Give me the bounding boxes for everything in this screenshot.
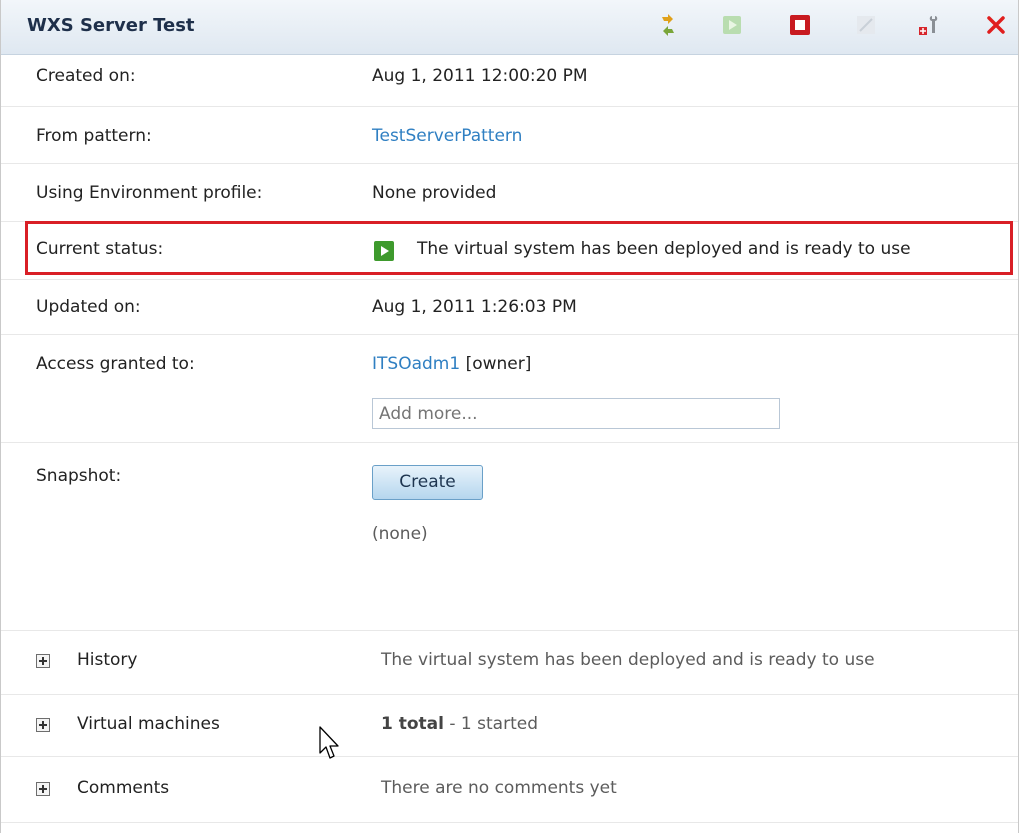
- expand-icon[interactable]: [36, 782, 50, 796]
- title-bar: WXS Server Test: [1, 0, 1018, 55]
- environment-profile-value: None provided: [372, 183, 497, 203]
- created-on-value: Aug 1, 2011 12:00:20 PM: [372, 66, 588, 86]
- comments-value: There are no comments yet: [381, 778, 617, 798]
- comments-section[interactable]: Comments There are no comments yet: [1, 756, 1018, 823]
- status-highlight-box: [25, 221, 1013, 275]
- create-snapshot-button[interactable]: Create: [372, 465, 483, 500]
- from-pattern-label: From pattern:: [36, 126, 152, 146]
- expand-icon[interactable]: [36, 654, 50, 668]
- configure-icon[interactable]: [916, 13, 940, 37]
- mouse-cursor-icon: [319, 726, 339, 759]
- edit-icon[interactable]: [854, 13, 878, 37]
- stop-icon[interactable]: [788, 13, 812, 37]
- history-section[interactable]: History The virtual system has been depl…: [1, 630, 1018, 695]
- vm-total: 1 total: [381, 714, 444, 734]
- user-role: [owner]: [465, 354, 532, 374]
- history-label[interactable]: History: [77, 650, 137, 670]
- updated-on-value: Aug 1, 2011 1:26:03 PM: [372, 297, 577, 317]
- updated-on-row: Updated on: Aug 1, 2011 1:26:03 PM: [1, 279, 1018, 335]
- environment-profile-row: Using Environment profile: None provided: [1, 163, 1018, 222]
- history-value: The virtual system has been deployed and…: [381, 650, 875, 670]
- delete-icon[interactable]: [984, 13, 1008, 37]
- virtual-system-panel: WXS Server Test Created on: Aug 1, 2011 …: [0, 0, 1019, 833]
- refresh-icon[interactable]: [656, 13, 680, 37]
- snapshot-row: Snapshot: (none): [1, 442, 1018, 631]
- panel-title: WXS Server Test: [27, 15, 195, 36]
- access-label: Access granted to:: [36, 354, 195, 374]
- snapshot-value: (none): [372, 524, 428, 544]
- virtual-machines-label[interactable]: Virtual machines: [77, 714, 220, 734]
- expand-icon[interactable]: [36, 718, 50, 732]
- created-on-row: Created on: Aug 1, 2011 12:00:20 PM: [1, 54, 1018, 107]
- updated-on-label: Updated on:: [36, 297, 141, 317]
- user-link[interactable]: ITSOadm1: [372, 354, 460, 374]
- comments-label[interactable]: Comments: [77, 778, 169, 798]
- pattern-link[interactable]: TestServerPattern: [372, 126, 522, 146]
- virtual-machines-section[interactable]: Virtual machines 1 total - 1 started: [1, 694, 1018, 757]
- created-on-label: Created on:: [36, 66, 136, 86]
- start-icon[interactable]: [720, 13, 744, 37]
- snapshot-label: Snapshot:: [36, 466, 122, 486]
- virtual-machines-summary: 1 total - 1 started: [381, 714, 538, 734]
- add-access-input[interactable]: [372, 398, 780, 429]
- vm-started: - 1 started: [443, 714, 538, 734]
- from-pattern-row: From pattern: TestServerPattern: [1, 106, 1018, 164]
- environment-profile-label: Using Environment profile:: [36, 183, 263, 203]
- access-value: ITSOadm1 [owner]: [372, 354, 531, 374]
